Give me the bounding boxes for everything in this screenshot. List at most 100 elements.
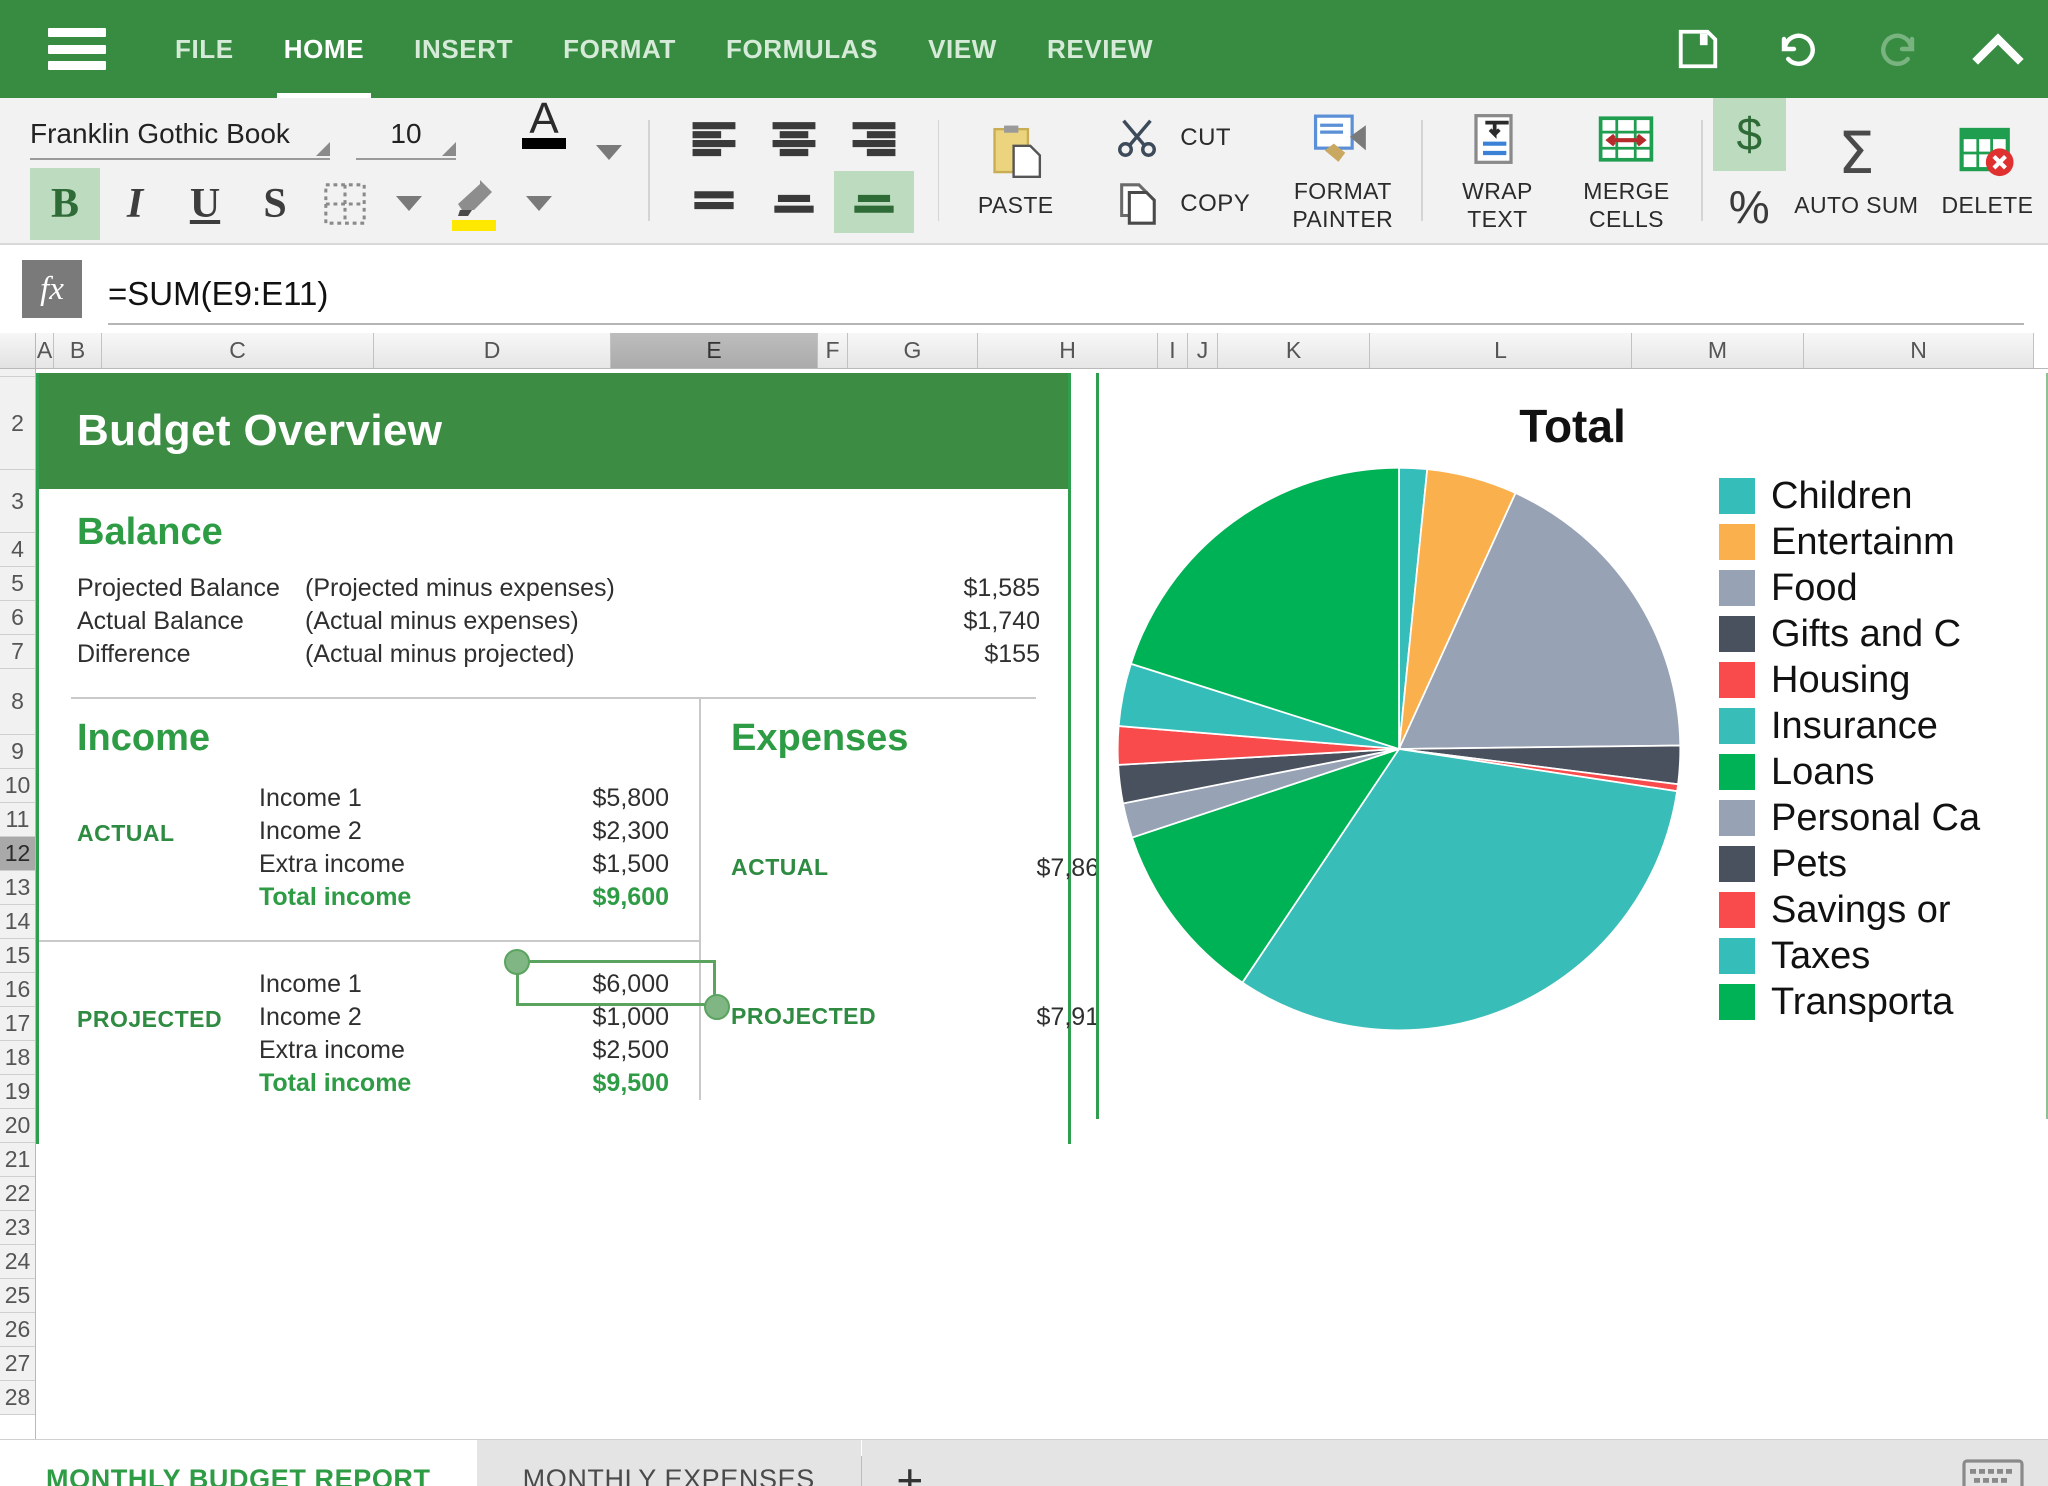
auto-sum-button[interactable]: Σ AUTO SUM: [1786, 98, 1927, 243]
row-header-14[interactable]: 14: [0, 905, 35, 939]
row-header-12[interactable]: 12: [0, 837, 35, 871]
legend-label: Gifts and C: [1771, 612, 1962, 655]
row-header-17[interactable]: 17: [0, 1007, 35, 1041]
column-header-F[interactable]: F: [818, 333, 848, 368]
row-header-10[interactable]: 10: [0, 769, 35, 803]
align-left-button[interactable]: [674, 109, 754, 171]
column-header-C[interactable]: C: [102, 333, 374, 368]
row-header-23[interactable]: 23: [0, 1211, 35, 1245]
income-row-value: $2,300: [592, 817, 669, 845]
ribbon-tab-view[interactable]: VIEW: [903, 0, 1022, 98]
font-color-button[interactable]: A: [508, 98, 580, 160]
row-header-11[interactable]: 11: [0, 803, 35, 837]
valign-middle-button[interactable]: [754, 171, 834, 233]
bold-button[interactable]: B: [30, 167, 100, 240]
column-header-K[interactable]: K: [1218, 333, 1370, 368]
add-sheet-button[interactable]: +: [861, 1440, 958, 1486]
row-header-24[interactable]: 24: [0, 1245, 35, 1279]
borders-dropdown-icon[interactable]: [396, 196, 422, 211]
row-header-8[interactable]: 8: [0, 669, 35, 735]
strikethrough-button[interactable]: S: [240, 168, 310, 240]
column-header-L[interactable]: L: [1370, 333, 1632, 368]
row-header-25[interactable]: 25: [0, 1279, 35, 1313]
row-header-22[interactable]: 22: [0, 1177, 35, 1211]
row-header-19[interactable]: 19: [0, 1075, 35, 1109]
undo-icon[interactable]: [1772, 23, 1824, 75]
row-header-7[interactable]: 7: [0, 635, 35, 669]
legend-item: Housing: [1719, 657, 1980, 703]
collapse-ribbon-icon[interactable]: [1972, 23, 2024, 75]
column-header-B[interactable]: B: [54, 333, 102, 368]
sheet-tab-monthly-budget-report[interactable]: MONTHLY BUDGET REPORT: [0, 1440, 477, 1486]
row-header-1[interactable]: [0, 369, 35, 377]
cut-button[interactable]: CUT: [1094, 105, 1262, 171]
hamburger-menu-icon[interactable]: [48, 28, 106, 70]
font-color-dropdown-icon[interactable]: [596, 145, 622, 160]
font-name-dropdown-icon[interactable]: [316, 142, 330, 156]
borders-button[interactable]: [310, 168, 380, 240]
font-name-input[interactable]: Franklin Gothic Book: [30, 118, 330, 160]
ribbon-tab-insert[interactable]: INSERT: [389, 0, 538, 98]
column-header-E[interactable]: E: [611, 333, 818, 368]
sheet-tab-monthly-expenses[interactable]: MONTHLY EXPENSES: [476, 1440, 861, 1486]
format-painter-button[interactable]: FORMAT PAINTER: [1274, 98, 1411, 243]
save-icon[interactable]: [1672, 23, 1724, 75]
column-header-G[interactable]: G: [848, 333, 978, 368]
fx-button[interactable]: fx: [22, 260, 82, 318]
highlight-color-button[interactable]: [438, 168, 510, 240]
row-header-20[interactable]: 20: [0, 1109, 35, 1143]
ribbon-tab-formulas[interactable]: FORMULAS: [701, 0, 903, 98]
column-header-H[interactable]: H: [978, 333, 1158, 368]
row-header-5[interactable]: 5: [0, 567, 35, 601]
row-header-2[interactable]: 2: [0, 377, 35, 470]
row-header-27[interactable]: 27: [0, 1347, 35, 1381]
ribbon-tab-format[interactable]: FORMAT: [538, 0, 701, 98]
ribbon-tab-review[interactable]: REVIEW: [1022, 0, 1178, 98]
paste-button[interactable]: PASTE: [949, 98, 1082, 243]
formula-input[interactable]: =SUM(E9:E11): [108, 275, 2024, 325]
merge-cells-button[interactable]: MERGE CELLS: [1562, 98, 1691, 243]
income-row-label: Income 1: [259, 784, 362, 812]
row-header-13[interactable]: 13: [0, 871, 35, 905]
row-header-15[interactable]: 15: [0, 939, 35, 973]
selection-handle-start[interactable]: [504, 949, 530, 975]
currency-format-button[interactable]: $: [1712, 98, 1786, 171]
font-size-dropdown-icon[interactable]: [442, 142, 456, 156]
percent-format-button[interactable]: %: [1713, 171, 1786, 244]
copy-button[interactable]: COPY: [1094, 171, 1262, 237]
row-header-26[interactable]: 26: [0, 1313, 35, 1347]
row-header-4[interactable]: 4: [0, 533, 35, 567]
valign-bottom-button[interactable]: [833, 170, 914, 233]
column-header-I[interactable]: I: [1158, 333, 1188, 368]
wrap-text-button[interactable]: WRAP TEXT: [1433, 98, 1562, 243]
align-center-button[interactable]: [754, 109, 834, 171]
row-header-9[interactable]: 9: [0, 735, 35, 769]
valign-top-button[interactable]: [674, 171, 754, 233]
column-header-N[interactable]: N: [1804, 333, 2034, 368]
row-header-18[interactable]: 18: [0, 1041, 35, 1075]
italic-button[interactable]: I: [100, 168, 170, 240]
ribbon-tab-home[interactable]: HOME: [259, 0, 389, 98]
column-header-A[interactable]: A: [36, 333, 54, 368]
align-right-button[interactable]: [834, 109, 914, 171]
row-header-21[interactable]: 21: [0, 1143, 35, 1177]
pie-chart[interactable]: [1099, 459, 1699, 1039]
legend-label: Savings or: [1771, 888, 1951, 931]
row-header-6[interactable]: 6: [0, 601, 35, 635]
ribbon-tab-file[interactable]: FILE: [150, 0, 259, 98]
highlight-dropdown-icon[interactable]: [526, 196, 552, 211]
row-header-3[interactable]: 3: [0, 470, 35, 533]
select-all-corner[interactable]: [0, 333, 36, 368]
delete-button[interactable]: DELETE: [1927, 98, 2048, 243]
row-header-28[interactable]: 28: [0, 1381, 35, 1415]
column-header-M[interactable]: M: [1632, 333, 1804, 368]
font-size-input[interactable]: 10: [356, 118, 456, 160]
underline-button[interactable]: U: [170, 168, 240, 240]
selection-handle-end[interactable]: [704, 994, 730, 1020]
column-header-D[interactable]: D: [374, 333, 611, 368]
chart-panel[interactable]: Total Children Entertainm Food Gifts and CH…: [1096, 373, 2048, 1119]
keyboard-icon[interactable]: [1938, 1440, 2048, 1486]
column-header-J[interactable]: J: [1188, 333, 1218, 368]
income-projected-tag: PROJECTED: [77, 1006, 223, 1032]
row-header-16[interactable]: 16: [0, 973, 35, 1007]
